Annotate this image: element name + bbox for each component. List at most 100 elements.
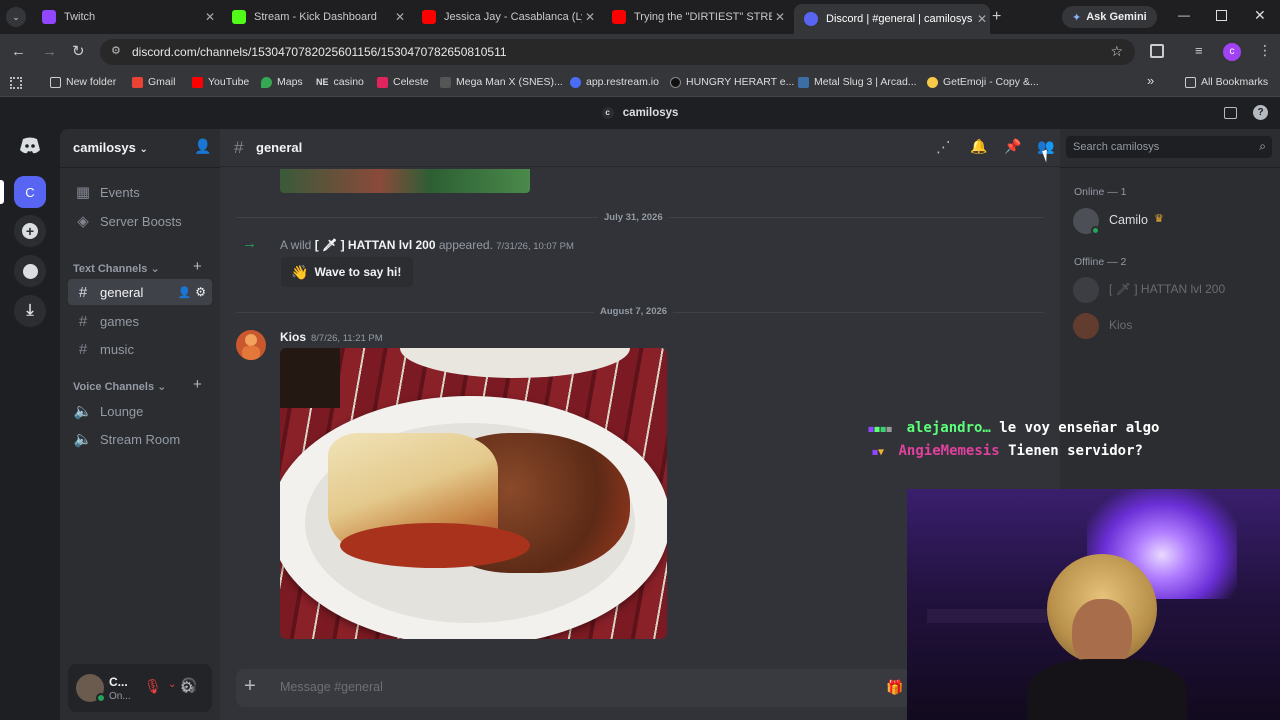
profile-avatar[interactable]: c bbox=[1223, 43, 1241, 61]
site-info-icon[interactable]: ⚙ bbox=[111, 44, 121, 57]
all-bookmarks-button[interactable]: All Bookmarks bbox=[1185, 76, 1268, 88]
food-photo-attachment[interactable] bbox=[280, 348, 667, 639]
close-window-button[interactable]: ✕ bbox=[1254, 7, 1266, 24]
tab-search-button[interactable]: ⌄ bbox=[6, 7, 26, 27]
create-channel-icon[interactable]: + bbox=[193, 258, 202, 275]
bookmark-star-icon[interactable]: ☆ bbox=[1110, 43, 1123, 60]
help-icon[interactable]: ? bbox=[1253, 105, 1268, 120]
bell-icon[interactable]: 🔔 bbox=[970, 138, 987, 155]
channel-music[interactable]: # music bbox=[68, 336, 212, 362]
search-input[interactable]: Search camilosys ⌕ bbox=[1066, 136, 1272, 158]
channel-title: general bbox=[256, 140, 303, 155]
game-icon bbox=[440, 76, 451, 88]
member-item[interactable]: Camilo ♛ bbox=[1068, 205, 1268, 237]
join-arrow-icon: → bbox=[242, 235, 257, 252]
voice-channel-lounge[interactable]: 🔈 Lounge bbox=[68, 398, 212, 424]
bookmark-item[interactable]: NE casino bbox=[316, 76, 364, 88]
webcam-overlay bbox=[907, 489, 1280, 720]
tiktok-icon bbox=[670, 76, 681, 88]
pin-icon[interactable]: 📌 bbox=[1004, 138, 1021, 155]
inbox-icon[interactable] bbox=[1224, 107, 1237, 119]
bookmark-item[interactable]: Celeste bbox=[377, 76, 429, 88]
media-controls-icon[interactable]: ≡ bbox=[1195, 43, 1203, 58]
celeste-icon bbox=[377, 76, 388, 88]
user-settings-gear-icon[interactable]: ⚙ bbox=[180, 678, 193, 696]
ask-gemini-button[interactable]: ✦ Ask Gemini bbox=[1062, 6, 1157, 28]
minimize-button[interactable]: — bbox=[1178, 8, 1190, 22]
close-icon[interactable]: ✕ bbox=[202, 10, 218, 24]
server-header[interactable]: camilosys ⌄ bbox=[73, 140, 148, 155]
user-name[interactable]: C... bbox=[109, 675, 128, 689]
voice-channel-stream-room[interactable]: 🔈 Stream Room bbox=[68, 426, 212, 452]
wave-label: Wave to say hi! bbox=[314, 265, 402, 279]
close-icon[interactable]: ✕ bbox=[974, 12, 990, 26]
invite-icon[interactable]: 👤 bbox=[178, 286, 192, 299]
join-username[interactable]: [ 🗡 ] HATTAN lvl 200 bbox=[315, 238, 436, 252]
channel-games[interactable]: # games bbox=[68, 308, 212, 334]
gear-icon[interactable]: ⚙ bbox=[195, 285, 206, 299]
calendar-icon: ▦ bbox=[75, 184, 91, 201]
chevron-down-icon[interactable]: ⌄ bbox=[168, 679, 176, 690]
restream-icon bbox=[570, 76, 581, 88]
threads-icon[interactable]: ⋰ bbox=[936, 138, 951, 156]
bookmarks-bar: New folder Gmail YouTube Maps NE casino C… bbox=[0, 70, 1280, 97]
browser-tab-active[interactable]: Discord | #general | camilosys ✕ bbox=[794, 4, 990, 34]
category-text-channels[interactable]: Text Channels ⌄ bbox=[73, 262, 160, 275]
maximize-button[interactable] bbox=[1216, 10, 1227, 21]
nav-events[interactable]: ▦ Events bbox=[68, 179, 212, 205]
youtube-icon bbox=[612, 10, 626, 24]
add-attachment-icon[interactable]: + bbox=[240, 676, 260, 696]
close-icon[interactable]: ✕ bbox=[392, 10, 408, 24]
nav-server-boosts[interactable]: ◈ Server Boosts bbox=[68, 208, 212, 234]
channel-label: games bbox=[100, 313, 140, 329]
extensions-icon[interactable] bbox=[1150, 44, 1164, 58]
bookmark-item[interactable]: Maps bbox=[261, 76, 303, 88]
add-server-icon[interactable]: + bbox=[14, 215, 46, 247]
chat-badges-icon: ◼◼◼◼ bbox=[868, 424, 893, 435]
bookmark-item[interactable]: YouTube bbox=[192, 76, 249, 88]
back-arrow-icon[interactable]: ← bbox=[11, 43, 26, 60]
avatar[interactable] bbox=[236, 330, 266, 360]
new-tab-button[interactable]: + bbox=[992, 8, 1001, 26]
bookmark-item[interactable]: Metal Slug 3 | Arcad... bbox=[798, 76, 917, 88]
message-author[interactable]: Kios bbox=[280, 330, 306, 344]
forward-arrow-icon[interactable]: → bbox=[42, 43, 57, 60]
download-icon[interactable]: ⤓ bbox=[14, 295, 46, 327]
bookmark-item[interactable]: GetEmoji - Copy &... bbox=[927, 76, 1039, 88]
bookmark-item[interactable]: New folder bbox=[50, 76, 116, 88]
close-icon[interactable]: ✕ bbox=[772, 10, 788, 24]
hash-icon: # bbox=[78, 312, 88, 330]
apps-grid-icon[interactable] bbox=[10, 77, 22, 89]
invite-people-icon[interactable]: 👤 bbox=[194, 138, 211, 155]
explore-compass-icon[interactable] bbox=[14, 255, 46, 287]
browser-tab[interactable]: Jessica Jay - Casablanca (Lyric ✕ bbox=[412, 4, 598, 30]
url-field[interactable]: ⚙ discord.com/channels/15304707820256011… bbox=[100, 39, 1135, 65]
browser-menu-icon[interactable]: ⋮ bbox=[1258, 42, 1272, 59]
browser-tab[interactable]: Stream - Kick Dashboard ✕ bbox=[222, 4, 408, 30]
date-divider-label: August 7, 2026 bbox=[594, 306, 674, 317]
reload-icon[interactable]: ↻ bbox=[72, 42, 85, 60]
previous-attachment-image[interactable] bbox=[280, 169, 530, 193]
member-item[interactable]: [ 🗡 ] HATTAN lvl 200 bbox=[1068, 274, 1268, 306]
browser-tab[interactable]: Twitch ✕ bbox=[32, 4, 218, 30]
discord-home-icon[interactable] bbox=[14, 129, 46, 161]
dark-corner bbox=[280, 348, 340, 408]
members-divider bbox=[1060, 167, 1280, 168]
channel-general[interactable]: # general 👤 ⚙ bbox=[68, 279, 212, 305]
nav-label: Server Boosts bbox=[100, 213, 182, 229]
wave-button[interactable]: 👋 Wave to say hi! bbox=[281, 257, 414, 287]
server-icon-camilosys[interactable]: C bbox=[14, 176, 46, 208]
member-item[interactable]: Kios bbox=[1068, 310, 1268, 342]
mute-mic-icon[interactable]: 🎙 bbox=[144, 678, 162, 695]
gift-icon[interactable]: 🎁 bbox=[886, 679, 903, 696]
chat-username: AngieMemesis bbox=[898, 443, 1000, 459]
bookmark-item[interactable]: Mega Man X (SNES)... bbox=[440, 76, 563, 88]
more-bookmarks-button[interactable]: » bbox=[1147, 73, 1154, 88]
browser-tab[interactable]: Trying the "DIRTIEST" STREET ✕ bbox=[602, 4, 788, 30]
bookmark-item[interactable]: Gmail bbox=[132, 76, 175, 88]
category-voice-channels[interactable]: Voice Channels ⌄ bbox=[73, 380, 166, 393]
bookmark-item[interactable]: HUNGRY HERART e... bbox=[670, 76, 794, 88]
close-icon[interactable]: ✕ bbox=[582, 10, 598, 24]
bookmark-item[interactable]: app.restream.io bbox=[570, 76, 659, 88]
create-voice-channel-icon[interactable]: + bbox=[193, 376, 202, 393]
